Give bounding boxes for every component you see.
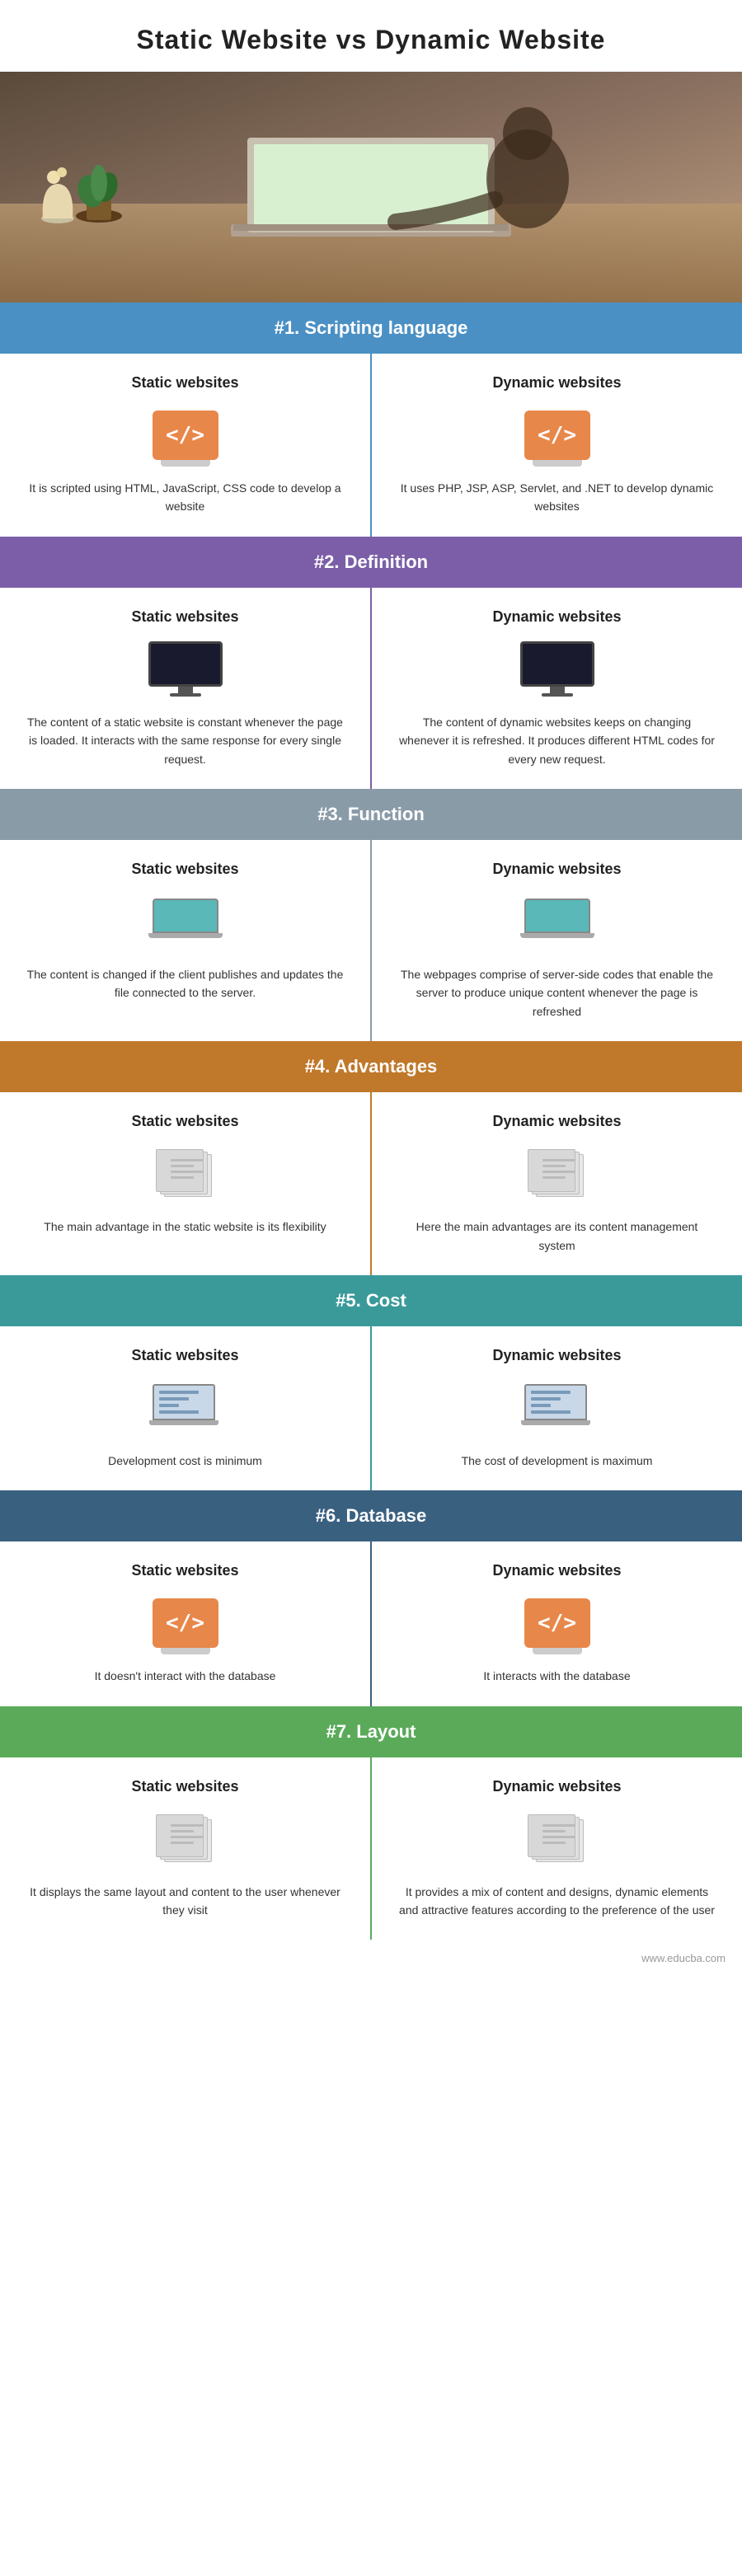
dynamic-col-function: Dynamic websites The webpages comprise o… <box>372 840 742 1041</box>
comparison-row-advantages: Static websites The main ad <box>0 1092 742 1275</box>
comparison-row-layout: Static websites It displays <box>0 1757 742 1940</box>
static-col-advantages: Static websites The main ad <box>0 1092 372 1275</box>
laptop-teal-dynamic <box>524 899 590 944</box>
static-icon-advantages <box>144 1145 227 1203</box>
dynamic-col-advantages: Dynamic websites Here the m <box>372 1092 742 1275</box>
section-scripting: #1. Scripting language Static websites <… <box>0 303 742 537</box>
dynamic-col-database: Dynamic websites </> It interacts with t… <box>372 1541 742 1706</box>
static-text-layout: It displays the same layout and content … <box>25 1883 345 1920</box>
static-col-definition: Static websites The content of a static … <box>0 588 372 789</box>
static-text-database: It doesn't interact with the database <box>25 1667 345 1685</box>
dynamic-col-definition: Dynamic websites The content of dynamic … <box>372 588 742 789</box>
files-icon-static <box>153 1149 218 1199</box>
static-icon-scripting: </> <box>144 406 227 464</box>
section-header-definition: #2. Definition <box>0 537 742 588</box>
dynamic-title-scripting: Dynamic websites <box>397 374 717 392</box>
static-col-cost: Static websites <box>0 1326 372 1490</box>
section-advantages: #4. Advantages Static websites <box>0 1041 742 1275</box>
hero-image <box>0 72 742 303</box>
section-definition: #2. Definition Static websites The conte… <box>0 537 742 789</box>
monitor-icon-dynamic-def <box>520 641 594 697</box>
static-col-function: Static websites The content is changed i… <box>0 840 372 1041</box>
code-icon-dynamic-scripting: </> <box>524 411 590 460</box>
static-text-definition: The content of a static website is const… <box>25 713 345 768</box>
dynamic-title-function: Dynamic websites <box>397 861 717 878</box>
static-icon-function <box>144 893 227 950</box>
section-header-database: #6. Database <box>0 1490 742 1541</box>
dynamic-col-cost: Dynamic websites <box>372 1326 742 1490</box>
section-header-advantages: #4. Advantages <box>0 1041 742 1092</box>
cost-icon-static <box>153 1384 218 1432</box>
section-function: #3. Function Static websites The content… <box>0 789 742 1041</box>
dynamic-title-layout: Dynamic websites <box>397 1778 717 1795</box>
static-title-advantages: Static websites <box>25 1113 345 1130</box>
section-cost: #5. Cost Static websites <box>0 1275 742 1490</box>
comparison-row-definition: Static websites The content of a static … <box>0 588 742 789</box>
dynamic-title-definition: Dynamic websites <box>397 608 717 626</box>
dynamic-text-layout: It provides a mix of content and designs… <box>397 1883 717 1920</box>
dynamic-text-advantages: Here the main advantages are its content… <box>397 1218 717 1255</box>
dynamic-text-database: It interacts with the database <box>397 1667 717 1685</box>
sections-container: #1. Scripting language Static websites <… <box>0 303 742 1940</box>
section-database: #6. Database Static websites </> It does… <box>0 1490 742 1706</box>
static-title-definition: Static websites <box>25 608 345 626</box>
static-icon-cost <box>144 1379 227 1437</box>
static-text-scripting: It is scripted using HTML, JavaScript, C… <box>25 479 345 516</box>
section-header-cost: #5. Cost <box>0 1275 742 1326</box>
section-layout: #7. Layout Static websites <box>0 1706 742 1940</box>
dynamic-text-cost: The cost of development is maximum <box>397 1452 717 1470</box>
static-title-cost: Static websites <box>25 1347 345 1364</box>
static-icon-layout <box>144 1810 227 1868</box>
code-icon-dynamic-database: </> <box>524 1598 590 1648</box>
dynamic-icon-database: </> <box>516 1594 599 1652</box>
section-header-layout: #7. Layout <box>0 1706 742 1757</box>
dynamic-title-cost: Dynamic websites <box>397 1347 717 1364</box>
hero-svg <box>0 72 742 303</box>
page-title: Static Website vs Dynamic Website <box>0 0 742 72</box>
static-title-layout: Static websites <box>25 1778 345 1795</box>
dynamic-col-layout: Dynamic websites It provide <box>372 1757 742 1940</box>
dynamic-text-definition: The content of dynamic websites keeps on… <box>397 713 717 768</box>
static-text-cost: Development cost is minimum <box>25 1452 345 1470</box>
dynamic-title-advantages: Dynamic websites <box>397 1113 717 1130</box>
comparison-row-function: Static websites The content is changed i… <box>0 840 742 1041</box>
static-icon-database: </> <box>144 1594 227 1652</box>
section-header-scripting: #1. Scripting language <box>0 303 742 354</box>
footer: www.educba.com <box>0 1940 742 1977</box>
comparison-row-scripting: Static websites </> It is scripted using… <box>0 354 742 537</box>
dynamic-title-database: Dynamic websites <box>397 1562 717 1579</box>
dynamic-icon-layout <box>516 1810 599 1868</box>
static-title-database: Static websites <box>25 1562 345 1579</box>
code-icon-static-database: </> <box>153 1598 218 1648</box>
section-header-function: #3. Function <box>0 789 742 840</box>
comparison-row-cost: Static websites <box>0 1326 742 1490</box>
static-col-layout: Static websites It displays <box>0 1757 372 1940</box>
static-col-scripting: Static websites </> It is scripted using… <box>0 354 372 537</box>
dynamic-text-function: The webpages comprise of server-side cod… <box>397 965 717 1021</box>
footer-url: www.educba.com <box>641 1952 726 1964</box>
monitor-icon-static-def <box>148 641 223 697</box>
files-icon-dynamic-layout <box>524 1814 590 1864</box>
dynamic-col-scripting: Dynamic websites </> It uses PHP, JSP, A… <box>372 354 742 537</box>
code-icon-static-scripting: </> <box>153 411 218 460</box>
files-icon-dynamic <box>524 1149 590 1199</box>
dynamic-icon-cost <box>516 1379 599 1437</box>
static-title-function: Static websites <box>25 861 345 878</box>
laptop-teal-static <box>153 899 218 944</box>
dynamic-text-scripting: It uses PHP, JSP, ASP, Servlet, and .NET… <box>397 479 717 516</box>
dynamic-icon-advantages <box>516 1145 599 1203</box>
static-icon-definition <box>144 640 227 698</box>
static-title-scripting: Static websites <box>25 374 345 392</box>
dynamic-icon-scripting: </> <box>516 406 599 464</box>
files-icon-static-layout <box>153 1814 218 1864</box>
static-text-function: The content is changed if the client pub… <box>25 965 345 1002</box>
dynamic-icon-definition <box>516 640 599 698</box>
dynamic-icon-function <box>516 893 599 950</box>
comparison-row-database: Static websites </> It doesn't interact … <box>0 1541 742 1706</box>
cost-icon-dynamic <box>524 1384 590 1432</box>
static-text-advantages: The main advantage in the static website… <box>25 1218 345 1236</box>
static-col-database: Static websites </> It doesn't interact … <box>0 1541 372 1706</box>
